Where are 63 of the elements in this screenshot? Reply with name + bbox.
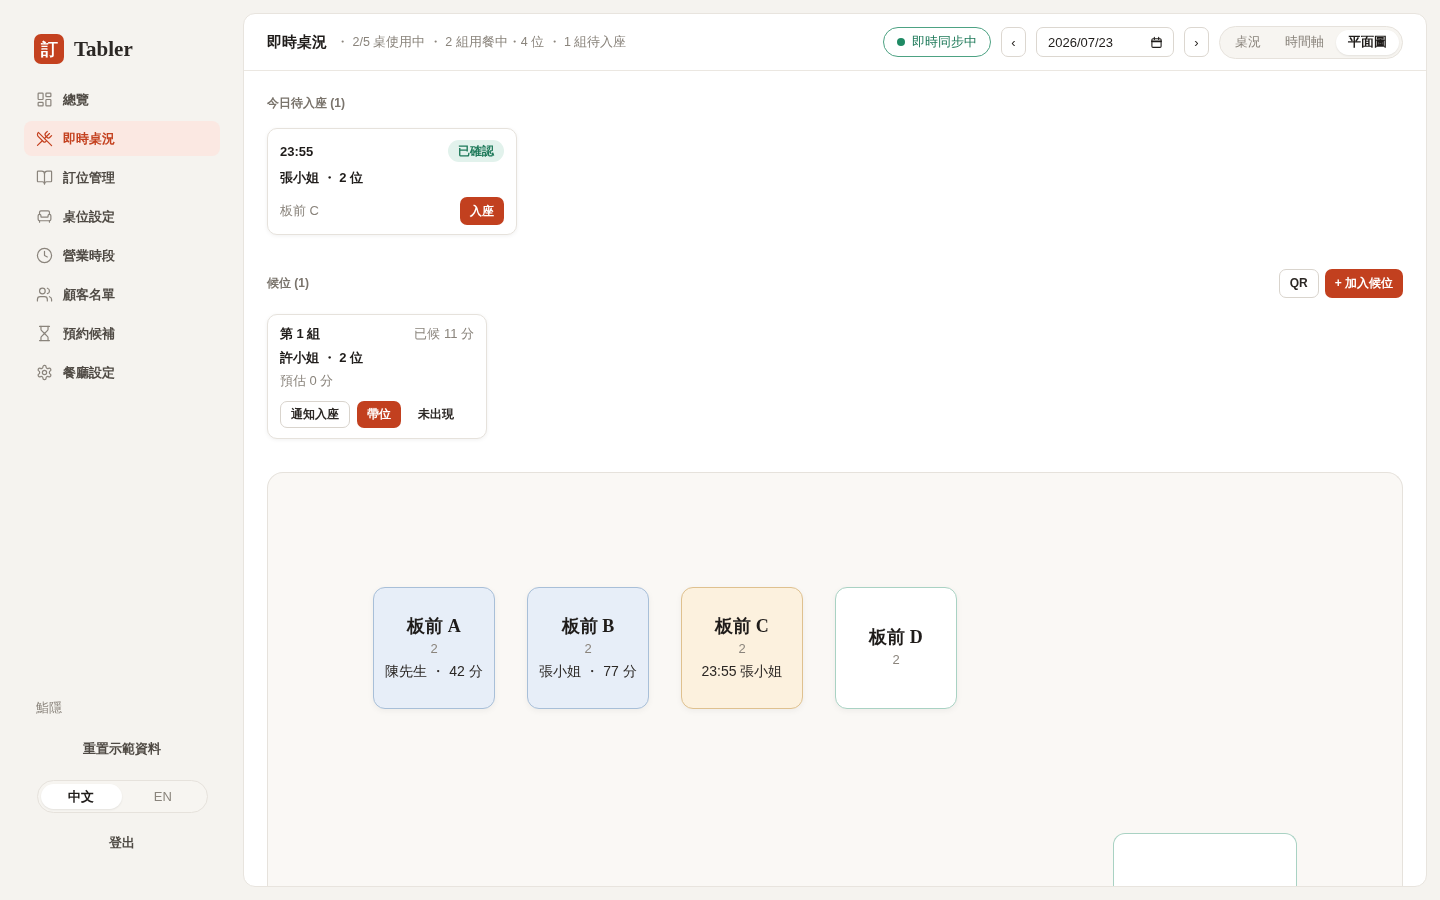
next-button[interactable]: › (1184, 27, 1209, 57)
armchair-icon (36, 208, 53, 225)
date-field[interactable]: 2026/07/23 (1036, 27, 1174, 57)
floor-table[interactable]: 板前 B 2 張小姐 ・ 77 分 (527, 587, 649, 709)
time-text: 23:55 (280, 143, 314, 159)
table-text: 板前 C (280, 202, 319, 220)
nav-item[interactable]: 桌位設定 (24, 199, 220, 234)
seat-button[interactable]: 帶位 (357, 401, 401, 428)
seat-button[interactable]: 入座 (460, 197, 504, 225)
wait-time: 已候 11 分 (414, 325, 474, 343)
summary-text: ・ 2/5 桌使用中 ・ 2 組用餐中・4 位 ・ 1 組待入座 (336, 33, 627, 51)
nav-item[interactable]: 總覽 (24, 82, 220, 117)
notify-button[interactable]: 通知入座 (280, 401, 350, 428)
floor-table[interactable]: 板前 D 2 (835, 587, 957, 709)
nav-item[interactable]: 訂位管理 (24, 160, 220, 195)
group-text: 第 1 組 (280, 325, 321, 343)
logout-button[interactable]: 登出 (99, 828, 145, 858)
estimate-text: 預估 0 分 (280, 372, 334, 390)
no-show-button[interactable]: 未出現 (408, 401, 464, 428)
seat-count: 2 (584, 640, 592, 658)
logo-mark: 訂 (34, 34, 64, 64)
guest-text: 許小姐 ・ 2 位 (280, 349, 364, 367)
qr-button[interactable]: QR (1278, 268, 1319, 298)
nav-item[interactable]: 預約候補 (24, 316, 220, 351)
guest-text: 張小姐 ・ 2 位 (280, 169, 364, 187)
status-badge: 已確認 (448, 140, 504, 162)
table-info: 陳先生 ・ 42 分 (385, 662, 483, 681)
users-icon (36, 286, 53, 303)
table-info: 張小姐 ・ 77 分 (539, 662, 637, 681)
section-title: 今日待入座 (1) (267, 95, 345, 111)
app-name: Tabler (74, 36, 133, 62)
nav-item[interactable]: 餐廳設定 (24, 355, 220, 390)
seat-count: 2 (892, 651, 900, 669)
floor-table[interactable] (1113, 833, 1297, 886)
view-tab[interactable]: 平面圖 (1336, 29, 1399, 55)
view-tab[interactable]: 桌況 (1223, 29, 1273, 55)
section-title: 候位 (1) (267, 275, 309, 291)
floor-table[interactable]: 板前 A 2 陳先生 ・ 42 分 (373, 587, 495, 709)
restaurant-name: 鮨隱 (36, 699, 62, 717)
nav-item[interactable]: 即時桌況 (24, 121, 220, 156)
table-name: 板前 C (715, 615, 769, 638)
view-tab[interactable]: 時間軸 (1273, 29, 1336, 55)
table-name: 板前 B (561, 615, 615, 638)
page-title: 即時桌況 (267, 32, 327, 52)
calendar-icon (1150, 35, 1163, 49)
nav-item[interactable]: 營業時段 (24, 238, 220, 273)
hourglass-icon (36, 325, 53, 342)
table-name: 板前 A (407, 615, 461, 638)
nav-item[interactable]: 顧客名單 (24, 277, 220, 312)
reset-button[interactable]: 重置示範資料 (73, 734, 171, 764)
utensils-icon (36, 130, 53, 147)
seat-count: 2 (430, 640, 438, 658)
book-icon (36, 169, 53, 186)
floor-table[interactable]: 板前 C 2 23:55 張小姐 (681, 587, 803, 709)
clock-icon (36, 247, 53, 264)
language-option[interactable]: 中文 (40, 784, 122, 809)
prev-button[interactable]: ‹ (1001, 27, 1026, 57)
seat-count: 2 (738, 640, 746, 658)
table-name: 板前 D (869, 626, 923, 649)
dashboard-icon (36, 91, 53, 108)
settings-icon (36, 364, 53, 381)
table-info: 23:55 張小姐 (701, 662, 783, 681)
add-waitlist-button[interactable]: + 加入候位 (1324, 268, 1403, 298)
